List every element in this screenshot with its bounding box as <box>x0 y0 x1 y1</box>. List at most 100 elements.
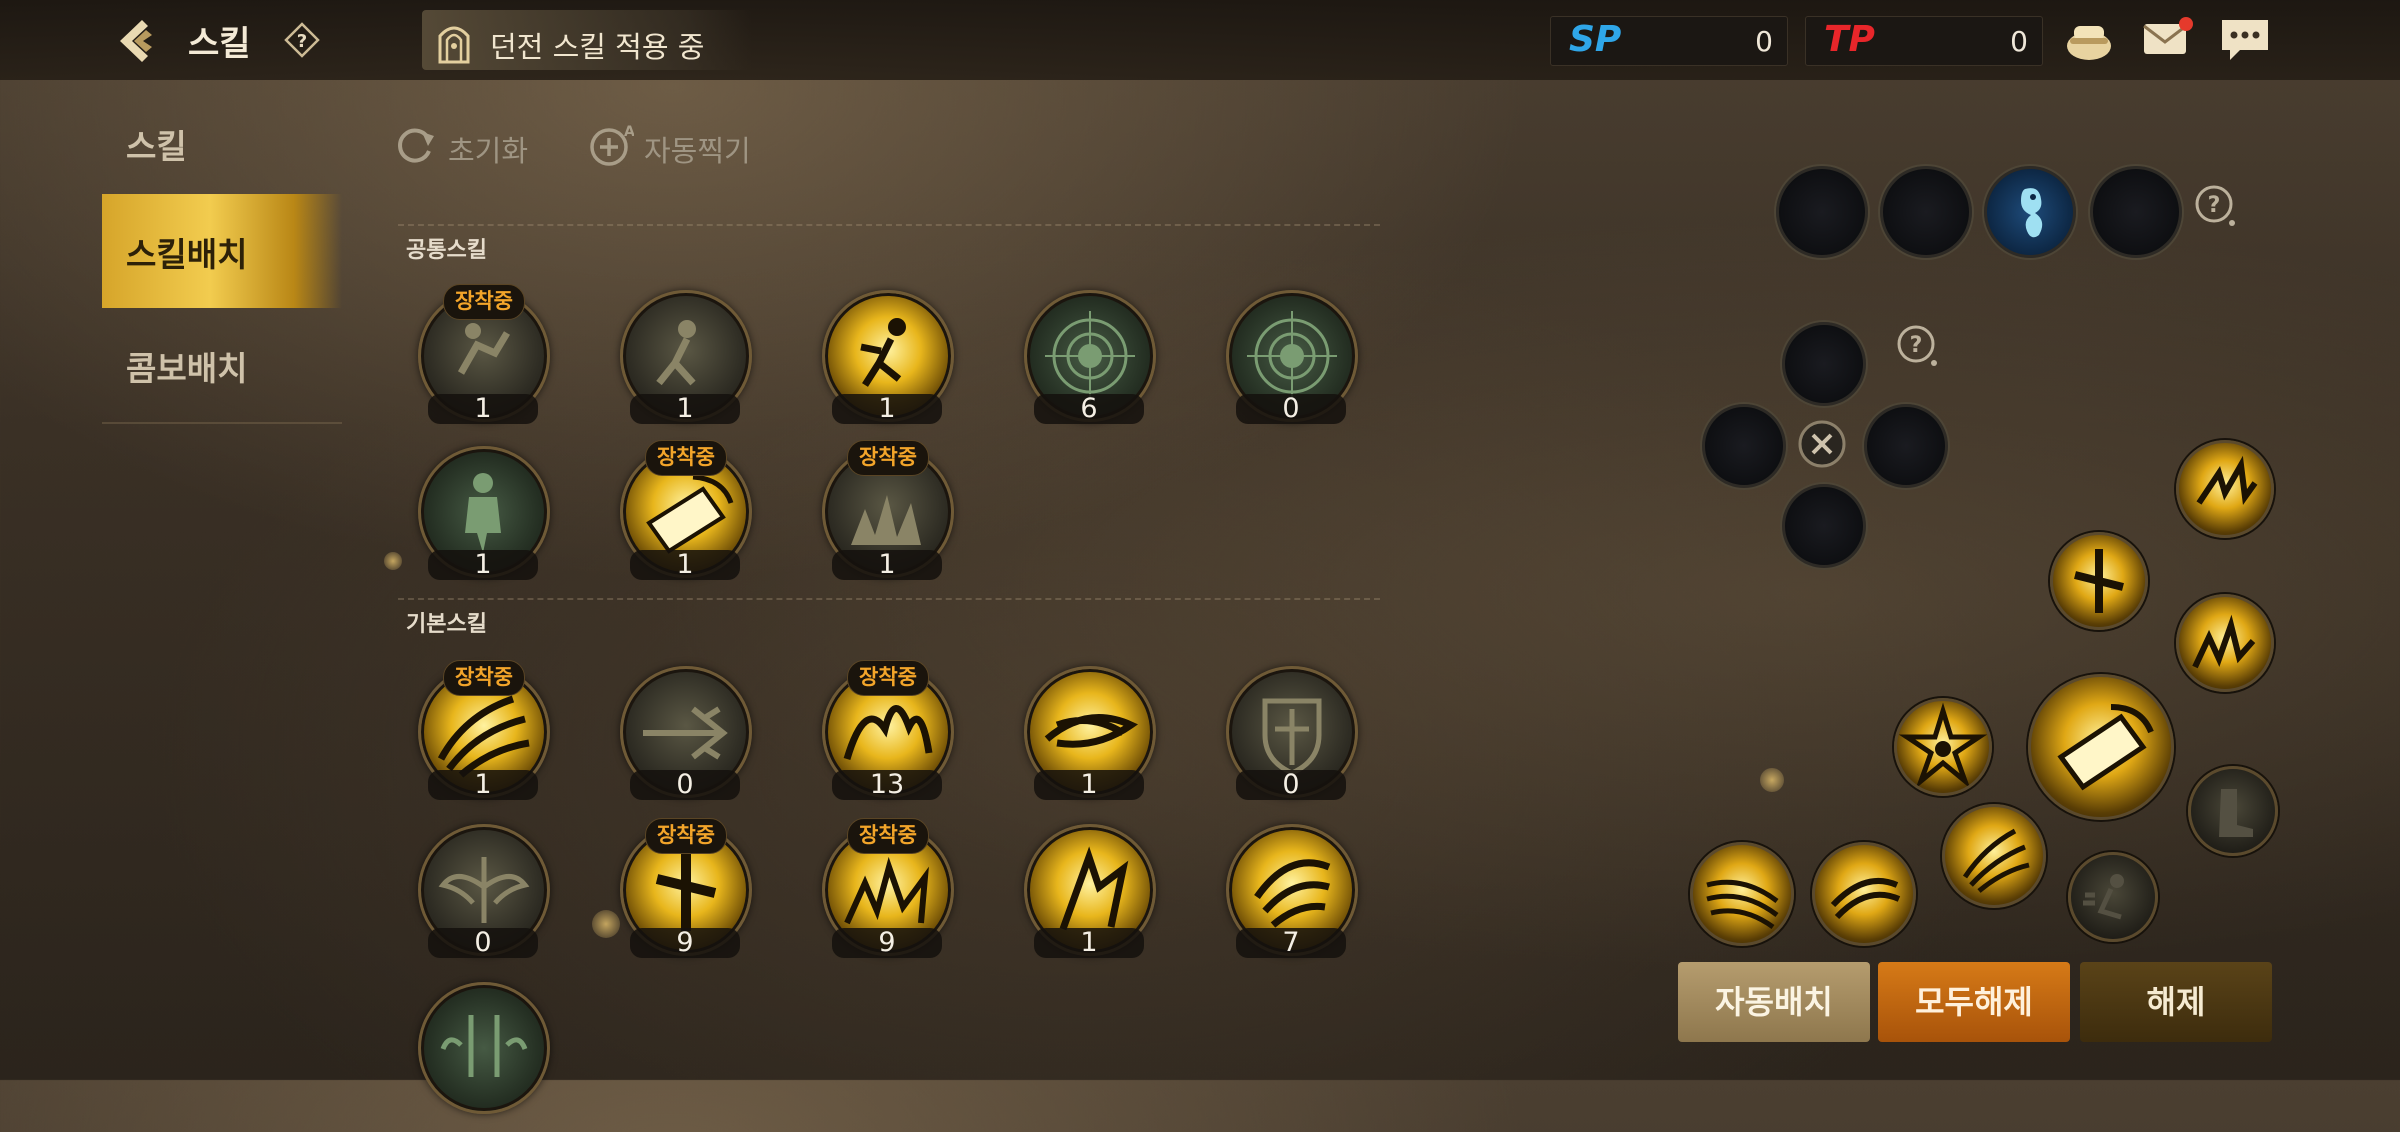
common-skill-5[interactable]: 0 <box>1226 290 1358 440</box>
swords-skill-icon <box>440 1015 528 1077</box>
equipped-badge: 장착중 <box>645 818 727 854</box>
clear-button[interactable]: 해제 <box>2080 962 2272 1042</box>
skill-level: 1 <box>832 550 942 580</box>
burst-skill-icon <box>2196 455 2258 505</box>
common-skill-2[interactable]: 1 <box>620 290 752 440</box>
common-skill-1[interactable]: 장착중 1 <box>418 284 550 440</box>
nav-divider <box>102 422 342 424</box>
skill-level: 9 <box>630 928 740 958</box>
skill-slot-star[interactable] <box>1894 698 1992 796</box>
svg-text:?: ? <box>297 31 307 52</box>
dpad-slot-down[interactable] <box>1782 484 1866 568</box>
auto-place-button[interactable]: 자동배치 <box>1678 962 1870 1042</box>
tp-value: 0 <box>2010 25 2028 58</box>
quick-slot-1[interactable] <box>1776 166 1868 258</box>
skill-level: 6 <box>1034 394 1144 424</box>
dungeon-skill-label: 던전 스킬 적용 중 <box>490 30 705 64</box>
skill-slot-claw[interactable] <box>1942 804 2046 908</box>
help-icon[interactable]: ? <box>284 22 320 58</box>
auto-pick-icon: A <box>590 124 634 166</box>
svg-text:A: A <box>624 124 634 140</box>
common-skill-7[interactable]: 장착중 1 <box>620 440 752 596</box>
skill-level: 1 <box>630 394 740 424</box>
main-attack-slot[interactable] <box>2028 674 2174 820</box>
basic-skill-5[interactable]: 0 <box>1226 666 1358 816</box>
top-bar: 스킬 ? 던전 스킬 적용 중 SP 0 TP 0 <box>0 0 2400 80</box>
back-arrow-icon[interactable] <box>112 14 166 68</box>
skill-level: 1 <box>1034 770 1144 800</box>
comb-slash-icon <box>1830 878 1901 920</box>
basic-skill-2[interactable]: 0 <box>620 666 752 816</box>
help-icon[interactable]: ? <box>2194 184 2240 230</box>
nav-item-label: 콤보배치 <box>126 349 248 388</box>
clear-all-button[interactable]: 모두해제 <box>1878 962 2070 1042</box>
skill-level: 9 <box>832 928 942 958</box>
mail-icon[interactable] <box>2140 14 2194 64</box>
equipped-badge: 장착중 <box>645 440 727 476</box>
skill-level: 1 <box>428 770 538 800</box>
nav-item-skill[interactable]: 스킬 <box>102 110 342 194</box>
common-skills-label: 공통스킬 <box>406 238 487 263</box>
pouch-icon[interactable] <box>2062 14 2116 64</box>
equipped-badge: 장착중 <box>847 660 929 696</box>
dpad-slot-right[interactable] <box>1864 404 1948 488</box>
skill-level: 1 <box>428 394 538 424</box>
equipped-badge: 장착중 <box>847 440 929 476</box>
common-skill-4[interactable]: 6 <box>1024 290 1156 440</box>
close-icon[interactable] <box>1792 414 1852 474</box>
skill-slot-locked[interactable] <box>2188 766 2278 856</box>
nav-item-combo-placement[interactable]: 콤보배치 <box>102 308 342 422</box>
basic-skills-label: 기본스킬 <box>406 612 487 637</box>
skill-level: 1 <box>630 550 740 580</box>
help-icon[interactable]: ? <box>1896 324 1942 370</box>
skill-slot-ground-strike[interactable] <box>2176 594 2274 692</box>
reset-button[interactable]: 초기화 <box>392 120 572 170</box>
svg-text:?: ? <box>2208 193 2221 218</box>
svg-text:?: ? <box>1910 333 1923 358</box>
quick-slot-3[interactable] <box>1984 166 2076 258</box>
basic-skill-3[interactable]: 장착중 13 <box>822 660 954 816</box>
skill-level: 0 <box>428 928 538 958</box>
chat-icon[interactable] <box>2218 14 2272 64</box>
basic-skill-11[interactable] <box>418 982 550 1132</box>
quick-slot-2[interactable] <box>1880 166 1972 258</box>
section-divider <box>398 598 1380 600</box>
skill-slot-dash[interactable] <box>2068 852 2158 942</box>
skill-slot-slash[interactable] <box>1690 842 1794 946</box>
tp-label: TP <box>1824 19 1875 60</box>
dpad-slot-left[interactable] <box>1702 404 1786 488</box>
basic-skill-1[interactable]: 장착중 1 <box>418 660 550 816</box>
spirit-icon <box>2021 188 2043 238</box>
auto-pick-button[interactable]: A 자동찍기 <box>588 120 788 170</box>
sparkle <box>1760 768 1784 792</box>
basic-skill-9[interactable]: 1 <box>1024 824 1156 974</box>
skill-slot-cross[interactable] <box>2050 532 2148 630</box>
basic-skill-7[interactable]: 장착중 9 <box>620 818 752 974</box>
dungeon-skill-status[interactable]: 던전 스킬 적용 중 <box>422 10 752 70</box>
reset-label: 초기화 <box>448 134 529 168</box>
ground-strike-icon <box>2192 614 2256 669</box>
nav-item-skill-placement[interactable]: 스킬배치 <box>102 194 342 308</box>
skill-slot-burst[interactable] <box>2176 440 2274 538</box>
skill-level: 0 <box>1236 394 1346 424</box>
basic-skill-4[interactable]: 1 <box>1024 666 1156 816</box>
auto-pick-label: 자동찍기 <box>644 134 751 168</box>
sword-strike-icon <box>2057 704 2154 791</box>
common-skill-8[interactable]: 장착중 1 <box>822 440 954 596</box>
common-skill-3[interactable]: 1 <box>822 290 954 440</box>
dpad-slot-up[interactable] <box>1782 322 1866 406</box>
skill-slot-comb[interactable] <box>1812 842 1916 946</box>
sp-label: SP <box>1569 19 1622 60</box>
multi-slash-icon <box>1706 879 1779 930</box>
skill-orb <box>418 982 550 1114</box>
side-nav: 스킬 스킬배치 콤보배치 <box>102 110 342 424</box>
skill-level: 1 <box>832 394 942 424</box>
common-skill-6[interactable]: 1 <box>418 446 550 596</box>
basic-skill-6[interactable]: 0 <box>418 824 550 974</box>
quick-slot-4[interactable] <box>2090 166 2182 258</box>
basic-skill-10[interactable]: 7 <box>1226 824 1358 974</box>
basic-skill-8[interactable]: 장착중 9 <box>822 818 954 974</box>
dungeon-gate-icon <box>438 26 470 64</box>
skill-level: 0 <box>630 770 740 800</box>
skill-level: 13 <box>832 770 942 800</box>
